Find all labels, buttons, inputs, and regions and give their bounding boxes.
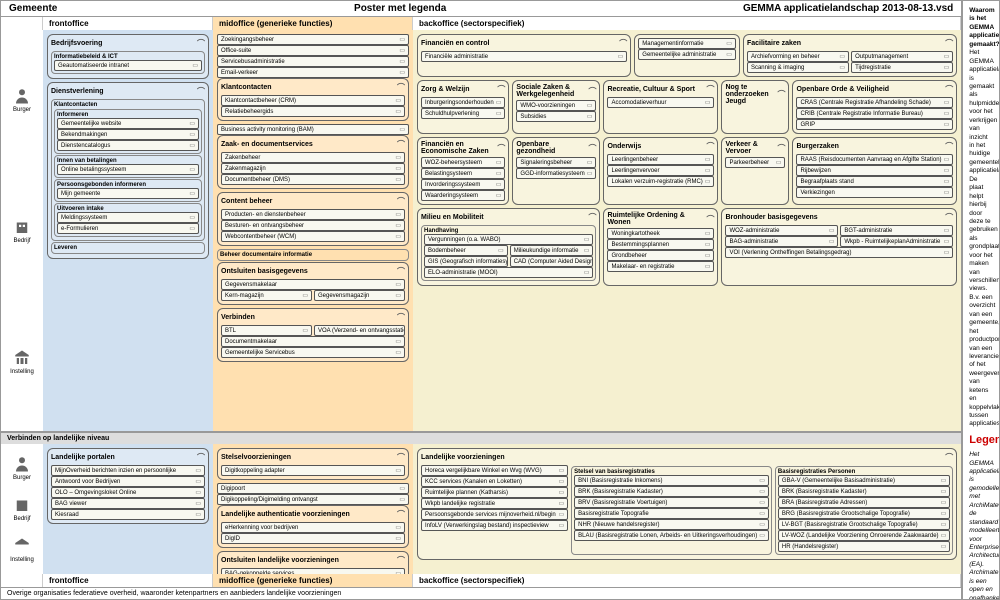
content-top: Burger Bedrijf Instelling Bedrijfsvoerin…	[1, 30, 961, 431]
landelijk-lane: Verbinden op landelijke niveau Burger Be…	[1, 431, 961, 587]
lane-front-label: frontoffice	[43, 17, 213, 30]
actor-burger: Burger	[13, 87, 31, 113]
swimlanes: frontoffice midoffice (generieke functie…	[1, 17, 961, 587]
footer: Overige organisaties federatieve overhei…	[1, 587, 961, 599]
main-canvas: Gemeente Poster met legenda GEMMA applic…	[0, 0, 962, 600]
lane-back-label: backoffice (sectorspecifiek)	[413, 17, 961, 30]
actors-col: Burger Bedrijf Instelling	[1, 30, 43, 431]
root: Gemeente Poster met legenda GEMMA applic…	[0, 0, 1000, 600]
lane-headers: frontoffice midoffice (generieke functie…	[1, 17, 961, 30]
header-right: GEMMA applicatielandschap 2013-08-13.vsd	[743, 3, 953, 14]
backoffice-col: Financiën en controlFinanciële administr…	[413, 30, 961, 431]
box-intranet[interactable]: Geautomatiseerde intranet	[54, 60, 202, 71]
bf-bedrijfsvoering: Bedrijfsvoering Informatiebeleid & ICT G…	[47, 34, 209, 79]
midoffice-col: Zoekingangsbeheer Office-suite Servicebu…	[213, 30, 413, 431]
actor-bedrijf: Bedrijf	[13, 218, 31, 244]
actor-burger-2: Burger	[13, 455, 31, 481]
bf-dienstverlening: Dienstverlening Klantcontacten Informere…	[47, 82, 209, 259]
legend-title: Legenda	[969, 433, 993, 447]
actor-instelling: Instelling	[10, 349, 34, 375]
frontoffice-col: Bedrijfsvoering Informatiebeleid & ICT G…	[43, 30, 213, 431]
bf-klantcontacten: Klantcontacten Informeren Gemeentelijke …	[51, 99, 205, 241]
header-center: Poster met legenda	[354, 3, 446, 14]
actor-bedrijf-2: Bedrijf	[13, 496, 31, 522]
lane-mid-label: midoffice (generieke functies)	[213, 17, 413, 30]
bf-info-ict: Informatiebeleid & ICT Geautomatiseerde …	[51, 51, 205, 74]
legend-panel: Waarom is het GEMMA applicatielandschap …	[962, 0, 1000, 600]
actor-instelling-2: Instelling	[10, 537, 34, 563]
header-left: Gemeente	[9, 3, 57, 14]
header: Gemeente Poster met legenda GEMMA applic…	[1, 1, 961, 17]
